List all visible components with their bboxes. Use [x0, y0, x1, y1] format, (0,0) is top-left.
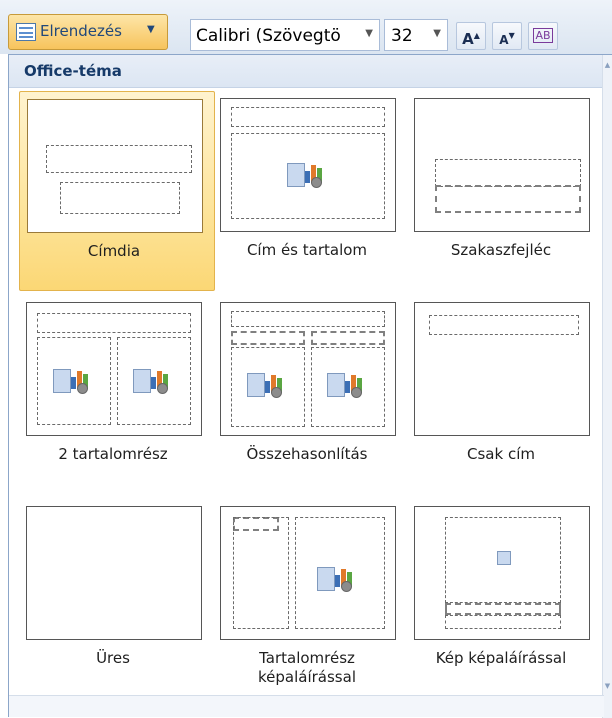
gallery-header: Office-téma: [9, 55, 604, 88]
chevron-down-icon[interactable]: ▼: [433, 28, 441, 39]
grow-font-button[interactable]: A▲: [456, 22, 486, 50]
layout-label: Címdia: [87, 242, 141, 260]
layout-blank[interactable]: Üres: [19, 499, 215, 709]
layout-thumbnail: [26, 506, 202, 640]
title-placeholder: [231, 311, 385, 327]
layout-label: Kép képaláírással: [435, 649, 567, 667]
layout-gallery: Office-téma Címdia Cím és tartalom Szaka…: [8, 54, 612, 718]
layout-label-line1: Tartalomrész: [259, 649, 355, 667]
dropdown-caret-icon: ▼: [147, 24, 155, 35]
layout-button-label: Elrendezés: [40, 22, 122, 40]
layout-thumbnail: [220, 506, 396, 640]
scroll-down-icon[interactable]: ▼: [603, 682, 612, 690]
chevron-down-icon[interactable]: ▼: [365, 28, 373, 39]
clear-format-icon: AB: [533, 28, 553, 43]
content-placeholder-icon: [317, 563, 357, 593]
layout-comparison[interactable]: Összehasonlítás: [213, 295, 409, 495]
content-placeholder-icon: [53, 365, 93, 395]
layout-thumbnail: [414, 506, 590, 640]
picture-icon: [497, 551, 511, 565]
content-placeholder-icon: [247, 369, 287, 399]
layout-label: Összehasonlítás: [246, 445, 368, 463]
layout-section-header[interactable]: Szakaszfejléc: [407, 91, 603, 291]
layout-label: Csak cím: [467, 445, 535, 463]
layout-picture-with-caption[interactable]: Kép képaláírással: [407, 499, 603, 709]
grow-font-icon: A: [462, 30, 474, 48]
layout-title-and-content[interactable]: Cím és tartalom: [213, 91, 409, 291]
layout-thumbnail: [414, 98, 590, 232]
caption-title-placeholder: [445, 603, 561, 615]
content-placeholder-icon: [327, 369, 367, 399]
content-placeholder-icon: [133, 365, 173, 395]
layout-thumbnail: [27, 99, 203, 233]
clear-format-button[interactable]: AB: [528, 22, 558, 50]
title-placeholder: [231, 107, 385, 127]
layout-two-content[interactable]: 2 tartalomrész: [19, 295, 215, 495]
gallery-header-title: Office-téma: [24, 62, 122, 80]
layout-title-only[interactable]: Csak cím: [407, 295, 603, 495]
title-placeholder: [46, 145, 192, 173]
right-heading-placeholder: [311, 331, 385, 345]
layout-thumbnail: [220, 302, 396, 436]
title-placeholder: [429, 315, 579, 335]
left-heading-placeholder: [231, 331, 305, 345]
font-name-field[interactable]: Calibri (Szövegtö ▼: [190, 19, 380, 51]
layout-label: Cím és tartalom: [246, 241, 368, 259]
content-placeholder-icon: [287, 159, 327, 189]
ribbon: Elrendezés ▼ Calibri (Szövegtö ▼ 32 ▼ A▲…: [0, 0, 612, 54]
layout-label: 2 tartalomrész: [58, 445, 168, 463]
layout-label: Üres: [96, 649, 130, 667]
font-size-value: 32: [391, 26, 413, 46]
layout-icon: [16, 23, 36, 41]
font-name-value: Calibri (Szövegtö: [196, 26, 341, 46]
gallery-footer: [9, 695, 604, 717]
layout-dropdown-button[interactable]: Elrendezés ▼: [8, 14, 168, 50]
layout-thumbnail: [220, 98, 396, 232]
shrink-font-icon: A: [499, 33, 509, 47]
layout-title-slide[interactable]: Címdia: [19, 91, 215, 291]
layout-label: Tartalomrész képaláírással: [213, 649, 401, 687]
text-placeholder: [435, 185, 581, 213]
layout-thumbnail: [414, 302, 590, 436]
scroll-up-icon[interactable]: ▲: [603, 61, 612, 69]
title-placeholder: [435, 159, 581, 187]
gallery-scrollbar[interactable]: ▲ ▼: [602, 55, 612, 718]
layout-content-with-caption[interactable]: Tartalomrész képaláírással: [213, 499, 409, 709]
layout-thumbnail: [26, 302, 202, 436]
caption-text-placeholder: [233, 517, 289, 629]
font-size-field[interactable]: 32 ▼: [384, 19, 448, 51]
caption-text-placeholder: [445, 615, 561, 629]
shrink-font-button[interactable]: A▼: [492, 22, 522, 50]
title-placeholder: [37, 313, 191, 333]
layout-label: Szakaszfejléc: [450, 241, 552, 259]
layout-label-line2: képaláírással: [258, 668, 356, 686]
subtitle-placeholder: [60, 182, 180, 214]
